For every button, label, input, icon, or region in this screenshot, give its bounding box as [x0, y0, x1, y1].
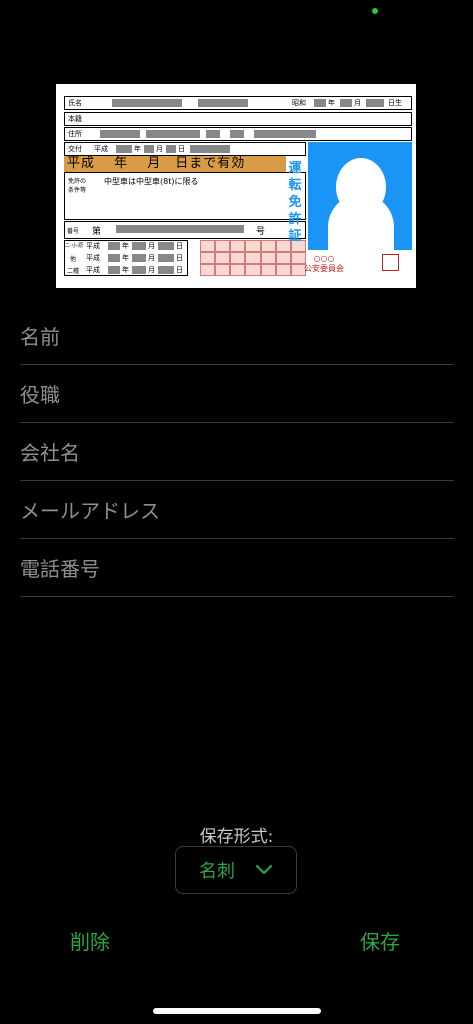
category-mask	[132, 254, 146, 262]
category-year: 年	[122, 266, 129, 274]
category-mask	[108, 254, 120, 262]
expiry-band: 平成 年 月 日まで有効	[64, 156, 286, 172]
phone-field[interactable]: 電話番号	[20, 538, 454, 597]
category-day: 日	[176, 266, 183, 274]
issue-year: 年	[134, 145, 141, 153]
issue-mask	[144, 145, 154, 153]
license-title-vertical: 運転免許証	[288, 161, 302, 244]
category-month: 月	[148, 266, 155, 274]
save-button[interactable]: 保存	[360, 926, 400, 955]
delete-button[interactable]: 削除	[70, 926, 110, 955]
issue-era: 平成	[94, 145, 108, 153]
category-mask	[158, 242, 174, 250]
name-mask	[112, 99, 182, 107]
category-mask	[132, 242, 146, 250]
category-year: 年	[122, 254, 129, 262]
issue-mask	[190, 145, 230, 153]
seal-circles: ○○○	[313, 254, 335, 263]
category-label: 二·小·原	[65, 243, 84, 249]
category-month: 月	[148, 254, 155, 262]
category-day: 日	[176, 254, 183, 262]
commission-seal: ○○○ 公安委員会	[304, 254, 344, 274]
title-field[interactable]: 役職	[20, 364, 454, 423]
status-indicator	[372, 8, 378, 14]
birth-month-char: 月	[354, 99, 361, 107]
birth-mask	[340, 99, 352, 107]
birth-day-char: 日生	[388, 99, 402, 107]
category-mask	[158, 254, 174, 262]
save-format-value: 名刺	[199, 861, 235, 882]
address-label: 住所	[68, 130, 82, 138]
issue-mask	[166, 145, 176, 153]
address-mask	[206, 130, 220, 138]
issue-mask	[116, 145, 132, 153]
honseki-row	[64, 112, 412, 126]
honseki-label: 本籍	[68, 115, 82, 123]
commission-label: 公安委員会	[304, 264, 344, 273]
birth-era: 昭和	[292, 99, 306, 107]
conditions-label: 免許の 条件等	[68, 178, 87, 194]
category-mask	[132, 266, 146, 274]
category-label: 二種	[67, 268, 80, 275]
category-mask	[158, 266, 174, 274]
email-field[interactable]: メールアドレス	[20, 480, 454, 539]
number-suffix: 号	[256, 227, 266, 237]
category-era: 平成	[86, 266, 100, 274]
stamp-icon	[382, 254, 399, 271]
birth-mask	[366, 99, 384, 107]
address-mask	[230, 130, 244, 138]
name-mask	[198, 99, 248, 107]
home-indicator[interactable]	[153, 1008, 321, 1014]
license-type-grid	[200, 240, 306, 276]
number-prefix: 第	[92, 227, 102, 237]
category-era: 平成	[86, 254, 100, 262]
save-format-select[interactable]: 名刺	[175, 846, 297, 894]
name-label: 氏名	[68, 99, 82, 107]
category-label: 他	[70, 256, 77, 263]
birth-mask	[314, 99, 326, 107]
issue-label: 交付	[68, 145, 82, 153]
address-mask	[100, 130, 140, 138]
address-mask	[146, 130, 200, 138]
category-year: 年	[122, 242, 129, 250]
issue-day: 日	[178, 145, 185, 153]
name-field[interactable]: 名前	[20, 306, 454, 365]
company-field[interactable]: 会社名	[20, 422, 454, 481]
license-card-image: 氏名 昭和 年 月 日生 本籍 住所 交付 平成 年 月 日 平成 年 月 日ま…	[54, 82, 418, 290]
issue-month: 月	[156, 145, 163, 153]
chevron-down-icon	[255, 864, 273, 875]
category-day: 日	[176, 242, 183, 250]
category-mask	[108, 242, 120, 250]
category-era: 平成	[86, 242, 100, 250]
number-mask	[116, 225, 244, 233]
number-label: 番号	[67, 228, 80, 235]
birth-year-char: 年	[328, 99, 335, 107]
category-mask	[108, 266, 120, 274]
save-format-label: 保存形式:	[199, 827, 274, 847]
conditions-value: 中型車は中型車(8t)に限る	[104, 177, 199, 186]
address-mask	[254, 130, 316, 138]
category-month: 月	[148, 242, 155, 250]
